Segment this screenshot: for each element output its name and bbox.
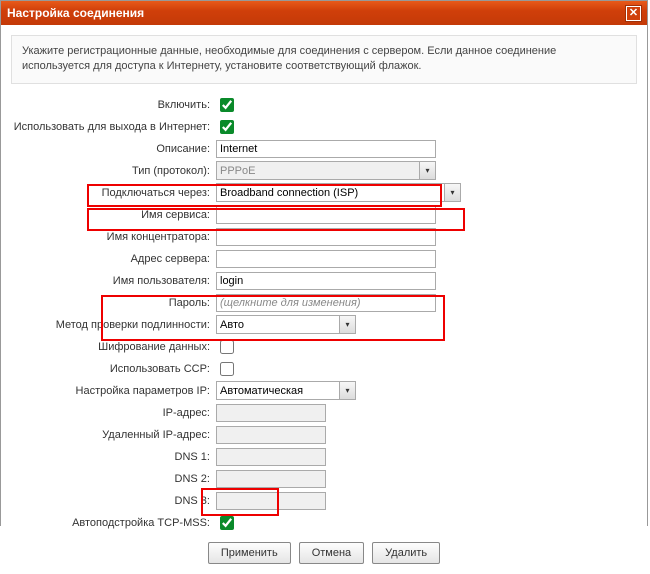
button-bar: Применить Отмена Удалить [11, 542, 637, 564]
use-ccp-checkbox[interactable] [220, 362, 234, 376]
ip-settings-value: Автоматическая [220, 385, 303, 397]
window-title: Настройка соединения [7, 6, 144, 20]
label-username: Имя пользователя: [11, 275, 216, 287]
use-internet-checkbox[interactable] [220, 120, 234, 134]
chevron-down-icon[interactable]: ▾ [444, 184, 460, 201]
auth-method-select[interactable]: Авто ▾ [216, 315, 356, 334]
chevron-down-icon: ▾ [419, 162, 435, 179]
dialog-body: Укажите регистрационные данные, необходи… [1, 25, 647, 574]
ip-settings-select[interactable]: Автоматическая ▾ [216, 381, 356, 400]
label-encryption: Шифрование данных: [11, 341, 216, 353]
enable-checkbox[interactable] [220, 98, 234, 112]
label-auth-method: Метод проверки подлинности: [11, 319, 216, 331]
label-password: Пароль: [11, 297, 216, 309]
close-icon[interactable]: ✕ [626, 6, 641, 21]
label-ip-settings: Настройка параметров IP: [11, 385, 216, 397]
connect-via-value: Broadband connection (ISP) [220, 187, 358, 199]
delete-button[interactable]: Удалить [372, 542, 440, 564]
label-use-internet: Использовать для выхода в Интернет: [11, 121, 216, 133]
form: Включить: Использовать для выхода в Инте… [11, 94, 637, 564]
chevron-down-icon[interactable]: ▾ [339, 316, 355, 333]
dns2-input [216, 470, 326, 488]
label-concentrator: Имя концентратора: [11, 231, 216, 243]
auth-method-value: Авто [220, 319, 244, 331]
label-tcp-mss: Автоподстройка TCP-MSS: [11, 517, 216, 529]
label-description: Описание: [11, 143, 216, 155]
dns3-input [216, 492, 326, 510]
label-protocol: Тип (протокол): [11, 165, 216, 177]
label-remote-ip: Удаленный IP-адрес: [11, 429, 216, 441]
encryption-checkbox[interactable] [220, 340, 234, 354]
ip-addr-input [216, 404, 326, 422]
dns1-input [216, 448, 326, 466]
remote-ip-input [216, 426, 326, 444]
label-use-ccp: Использовать CCP: [11, 363, 216, 375]
label-dns3: DNS 3: [11, 495, 216, 507]
server-addr-input[interactable] [216, 250, 436, 268]
dialog-window: Настройка соединения ✕ Укажите регистрац… [0, 0, 648, 526]
username-input[interactable] [216, 272, 436, 290]
label-server-addr: Адрес сервера: [11, 253, 216, 265]
label-dns1: DNS 1: [11, 451, 216, 463]
label-enable: Включить: [11, 99, 216, 111]
apply-button[interactable]: Применить [208, 542, 291, 564]
connect-via-select[interactable]: Broadband connection (ISP) ▾ [216, 183, 461, 202]
chevron-down-icon[interactable]: ▾ [339, 382, 355, 399]
concentrator-input[interactable] [216, 228, 436, 246]
titlebar: Настройка соединения ✕ [1, 1, 647, 25]
info-text: Укажите регистрационные данные, необходи… [11, 35, 637, 84]
label-dns2: DNS 2: [11, 473, 216, 485]
service-name-input[interactable] [216, 206, 436, 224]
label-ip-addr: IP-адрес: [11, 407, 216, 419]
password-input[interactable] [216, 294, 436, 312]
cancel-button[interactable]: Отмена [299, 542, 364, 564]
protocol-select: PPPoE ▾ [216, 161, 436, 180]
label-service-name: Имя сервиса: [11, 209, 216, 221]
description-input[interactable] [216, 140, 436, 158]
protocol-value: PPPoE [220, 165, 255, 177]
label-connect-via: Подключаться через: [11, 187, 216, 199]
